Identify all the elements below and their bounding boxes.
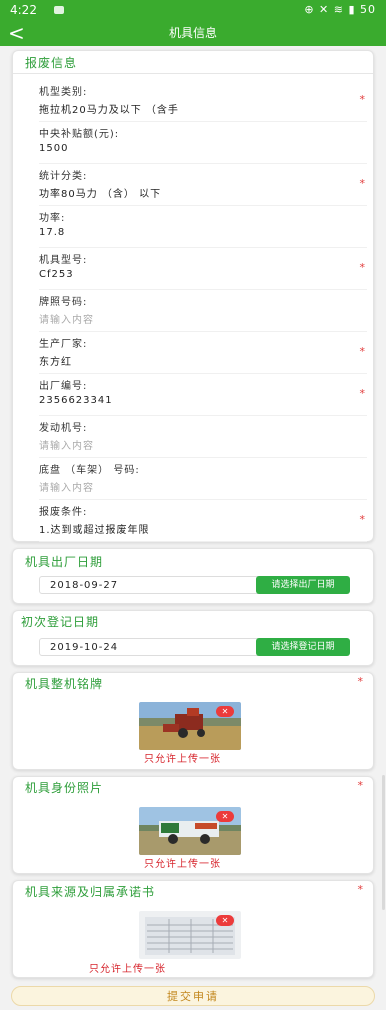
field-label: 功率:	[39, 213, 66, 224]
source-letter-header: 机具来源及归属承诺书 *	[13, 881, 373, 899]
form-field[interactable]: 报废条件: 1.达到或超过报废年限 *	[39, 499, 367, 542]
form-field[interactable]: 生产厂家: 东方红 *	[39, 331, 367, 374]
scrap-info-card: 报废信息 机型类别: 拖拉机20马力及以下 （含手 * 中央补贴额(元): 1500 统计…	[12, 50, 374, 542]
field-label: 统计分类:	[39, 171, 88, 182]
identity-photo-header: 机具身份照片 *	[13, 777, 373, 795]
required-mark: *	[359, 93, 366, 106]
factory-date-title: 机具出厂日期	[25, 555, 104, 569]
required-mark: *	[359, 387, 366, 400]
form-field[interactable]: 发动机号: 请输入内容	[39, 415, 367, 458]
source-letter-photo[interactable]: ✕	[139, 911, 241, 959]
form-field[interactable]: 底盘 （车架） 号码: 请输入内容	[39, 457, 367, 500]
nameplate-photo[interactable]: ✕	[139, 702, 241, 750]
status-bar: 4:22 ⊕ ✕ ≋ ▮ 50	[0, 0, 386, 20]
identity-photo[interactable]: ✕	[139, 807, 241, 855]
field-label: 报废条件:	[39, 507, 88, 518]
form-field[interactable]: 牌照号码: 请输入内容	[39, 289, 367, 332]
field-value[interactable]: 1500	[39, 143, 68, 154]
field-label: 发动机号:	[39, 423, 88, 434]
remove-icon[interactable]: ✕	[216, 706, 234, 717]
required-mark: *	[359, 513, 366, 526]
scrap-info-title: 报废信息	[25, 56, 78, 70]
field-label: 中央补贴额(元):	[39, 129, 120, 140]
required-mark: *	[357, 675, 364, 688]
form-field[interactable]: 机具型号: Cf253 *	[39, 247, 367, 290]
required-mark: *	[359, 261, 366, 274]
identity-photo-title: 机具身份照片	[25, 781, 104, 795]
source-letter-card: 机具来源及归属承诺书 * ✕ 只允许上传一张	[12, 880, 374, 978]
nav-bar: 机具信息 <	[0, 20, 386, 46]
field-label: 机具型号:	[39, 255, 88, 266]
field-input[interactable]: 请输入内容	[39, 479, 94, 494]
nameplate-card: 机具整机铭牌 * ✕ 只允许上传一张	[12, 672, 374, 770]
field-value[interactable]: 拖拉机20马力及以下 （含手	[39, 101, 179, 116]
field-value[interactable]: Cf253	[39, 269, 74, 280]
nameplate-title: 机具整机铭牌	[25, 677, 104, 691]
factory-date-card: 机具出厂日期 2018-09-27 请选择出厂日期	[12, 548, 374, 604]
required-mark: *	[359, 177, 366, 190]
status-time: 4:22	[10, 3, 37, 17]
notification-icon	[54, 6, 64, 14]
remove-icon[interactable]: ✕	[216, 915, 234, 926]
select-factory-date-button[interactable]: 请选择出厂日期	[256, 576, 350, 594]
register-date-input[interactable]: 2019-10-24	[39, 638, 261, 656]
scrap-info-header: 报废信息	[13, 51, 373, 74]
upload-limit-note: 只允许上传一张	[144, 754, 221, 765]
field-label: 生产厂家:	[39, 339, 88, 350]
form-field[interactable]: 功率: 17.8	[39, 205, 367, 248]
field-label: 牌照号码:	[39, 297, 88, 308]
field-value[interactable]: 1.达到或超过报废年限	[39, 521, 150, 536]
field-value[interactable]: 东方红	[39, 353, 72, 368]
source-letter-title: 机具来源及归属承诺书	[25, 885, 156, 899]
form-field[interactable]: 机型类别: 拖拉机20马力及以下 （含手 *	[39, 79, 367, 122]
field-label: 底盘 （车架） 号码:	[39, 465, 140, 476]
identity-photo-card: 机具身份照片 * ✕ 只允许上传一张	[12, 776, 374, 874]
scrollbar[interactable]	[382, 775, 385, 910]
status-icons: ⊕ ✕ ≋ ▮ 50	[304, 3, 376, 16]
page-title: 机具信息	[168, 26, 217, 40]
required-mark: *	[357, 779, 364, 792]
field-input[interactable]: 请输入内容	[39, 311, 94, 326]
nameplate-header: 机具整机铭牌 *	[13, 673, 373, 691]
required-mark: *	[357, 883, 364, 896]
factory-date-input[interactable]: 2018-09-27	[39, 576, 261, 594]
field-label: 机型类别:	[39, 87, 88, 98]
form-field[interactable]: 中央补贴额(元): 1500	[39, 121, 367, 164]
field-value[interactable]: 功率80马力 （含） 以下	[39, 185, 161, 200]
form-field[interactable]: 统计分类: 功率80马力 （含） 以下 *	[39, 163, 367, 206]
field-label: 出厂编号:	[39, 381, 88, 392]
remove-icon[interactable]: ✕	[216, 811, 234, 822]
select-register-date-button[interactable]: 请选择登记日期	[256, 638, 350, 656]
field-input[interactable]: 请输入内容	[39, 437, 94, 452]
field-value[interactable]: 17.8	[39, 227, 65, 238]
register-date-card: 初次登记日期 2019-10-24 请选择登记日期	[12, 610, 374, 666]
upload-limit-note: 只允许上传一张	[144, 859, 221, 870]
required-mark: *	[359, 345, 366, 358]
field-value[interactable]: 2356623341	[39, 395, 113, 406]
upload-limit-note: 只允许上传一张	[89, 964, 166, 975]
submit-button[interactable]: 提交申请	[11, 986, 375, 1006]
register-date-title: 初次登记日期	[21, 615, 100, 629]
back-icon[interactable]: <	[8, 21, 25, 45]
form-field[interactable]: 出厂编号: 2356623341 *	[39, 373, 367, 416]
